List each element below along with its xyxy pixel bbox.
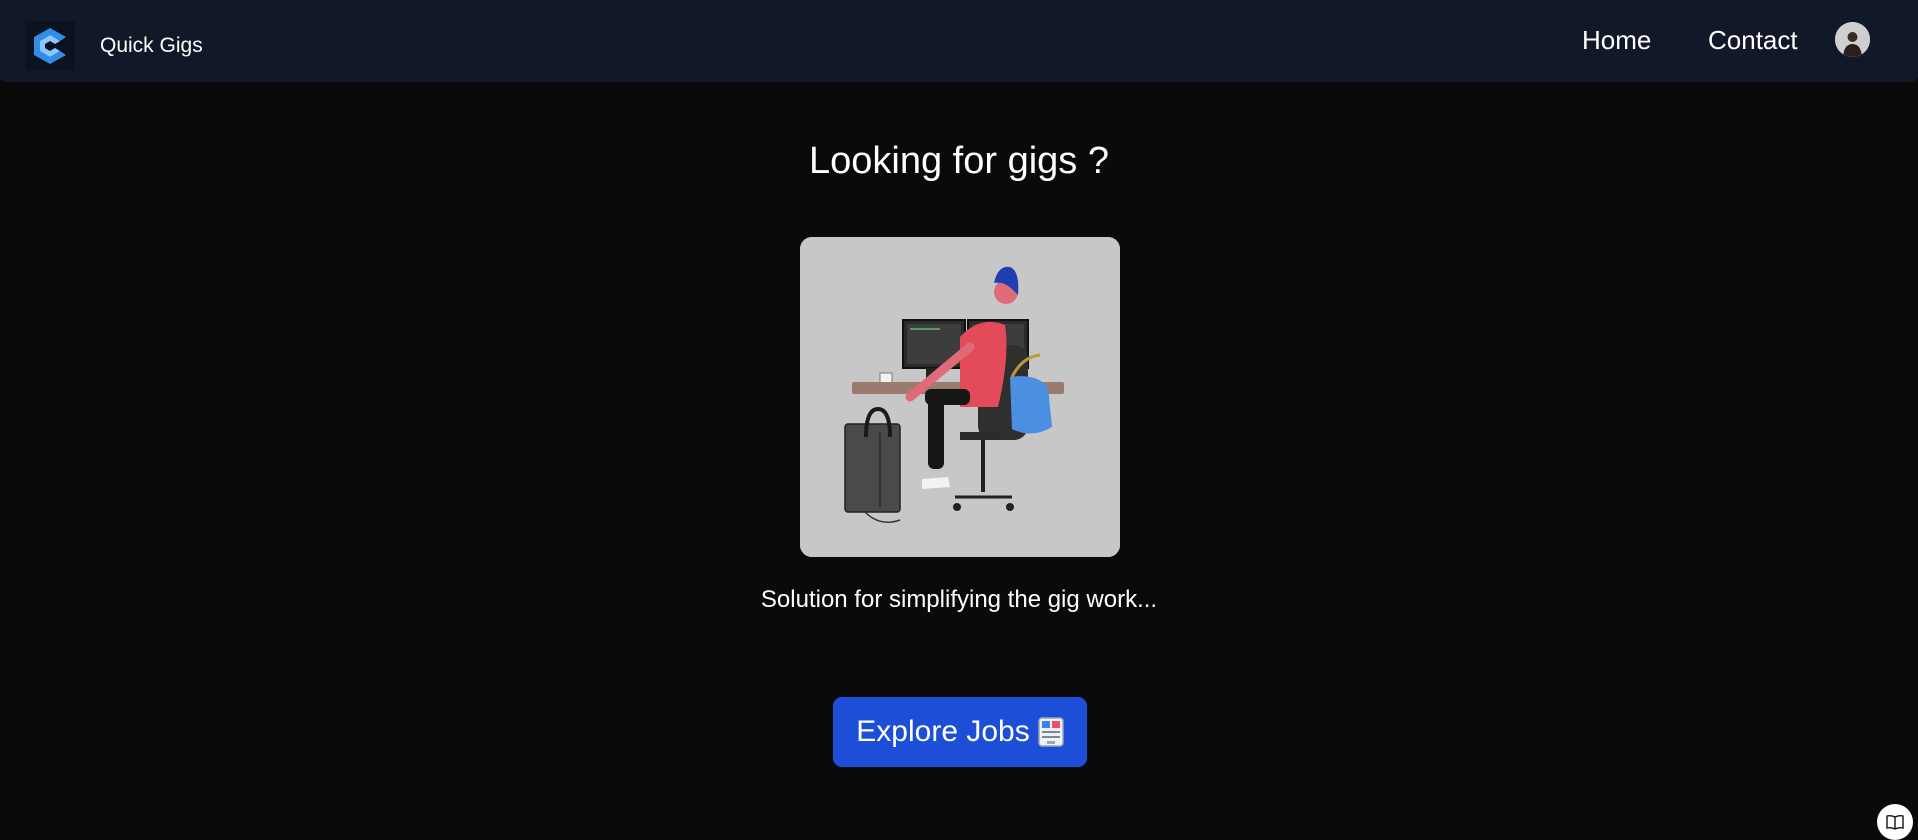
open-book-icon[interactable] [1877, 804, 1913, 840]
brand-name[interactable]: Quick Gigs [100, 34, 203, 58]
nav-link-contact[interactable]: Contact [1708, 25, 1798, 56]
explore-jobs-button[interactable]: Explore Jobs [833, 697, 1087, 767]
quick-gigs-logo-icon[interactable] [25, 21, 75, 71]
explore-jobs-label: Explore Jobs [856, 715, 1030, 748]
page-headline: Looking for gigs ? [809, 140, 1109, 182]
user-avatar-icon[interactable] [1835, 22, 1870, 57]
person-at-desk-illustration [800, 237, 1120, 557]
job-board-icon [1037, 717, 1064, 747]
nav-link-home[interactable]: Home [1582, 25, 1651, 56]
top-navbar: Quick Gigs Home Contact [0, 0, 1918, 82]
hero-tagline: Solution for simplifying the gig work... [760, 586, 1158, 613]
